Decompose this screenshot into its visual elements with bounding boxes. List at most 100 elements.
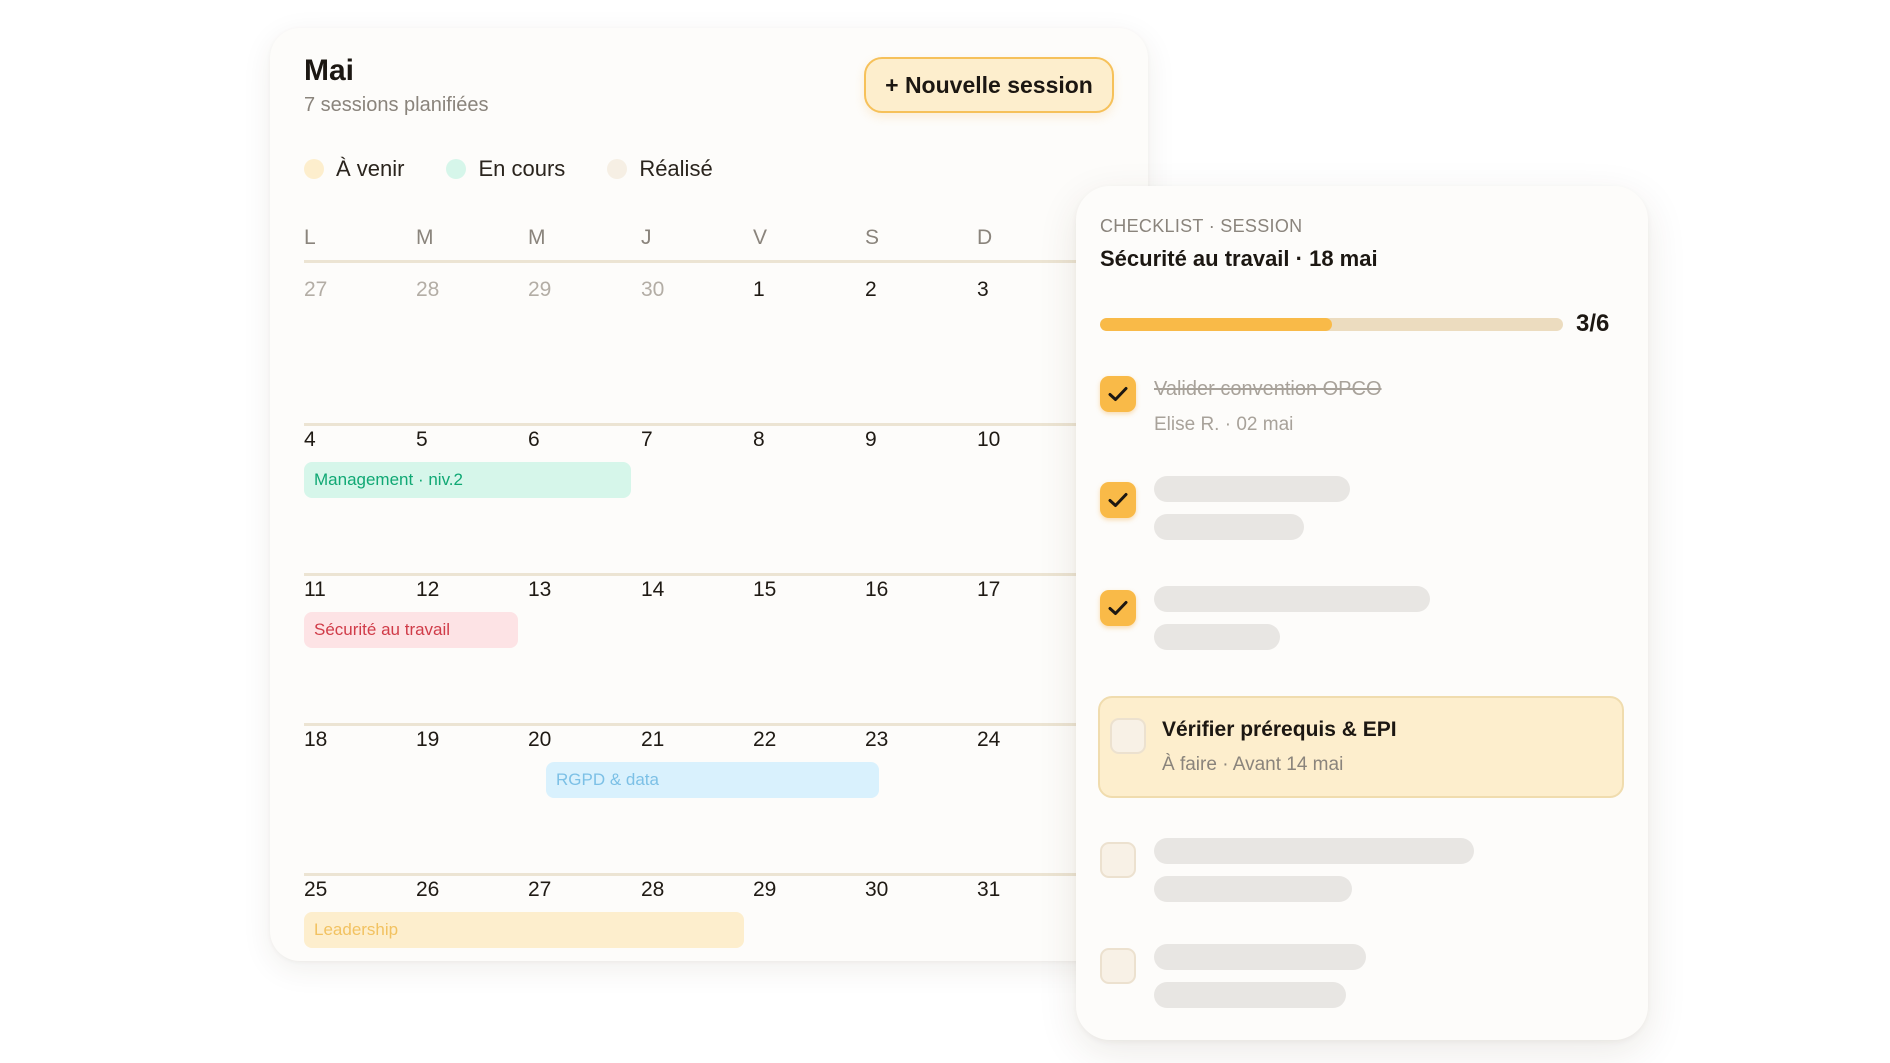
legend: À venir En cours Réalisé bbox=[304, 156, 755, 182]
checklist-item-placeholder bbox=[1100, 944, 1624, 1018]
weekday-monday: L bbox=[304, 226, 316, 249]
progress-fill bbox=[1100, 318, 1332, 331]
checkbox-checked[interactable] bbox=[1100, 376, 1136, 412]
progress-bar bbox=[1100, 318, 1563, 331]
checklist-item: Valider convention OPCO Elise R. · 02 ma… bbox=[1100, 376, 1624, 446]
calendar-day[interactable]: 14 bbox=[641, 578, 664, 602]
calendar-day[interactable]: 22 bbox=[753, 728, 776, 752]
calendar-day[interactable]: 7 bbox=[641, 428, 653, 452]
calendar-week-4: 18 19 20 21 22 23 24 RGPD & data bbox=[304, 728, 1148, 876]
legend-label: En cours bbox=[478, 156, 566, 181]
sessions-count: 7 sessions planifiées bbox=[304, 94, 489, 116]
calendar-day[interactable]: 29 bbox=[753, 878, 776, 902]
skeleton-line bbox=[1154, 944, 1366, 970]
calendar-day[interactable]: 11 bbox=[304, 578, 326, 602]
calendar-day[interactable]: 28 bbox=[416, 278, 439, 302]
checkmark-icon bbox=[1108, 601, 1128, 615]
month-title: Mai bbox=[304, 54, 355, 87]
checkbox-unchecked[interactable] bbox=[1110, 718, 1146, 754]
legend-item-ongoing: En cours bbox=[446, 156, 565, 182]
calendar-day[interactable]: 31 bbox=[977, 878, 1000, 902]
checkmark-icon bbox=[1108, 387, 1128, 401]
weekday-friday: V bbox=[753, 226, 768, 249]
calendar-day[interactable]: 2 bbox=[865, 278, 877, 302]
legend-item-done: Réalisé bbox=[607, 156, 713, 182]
calendar-day[interactable]: 13 bbox=[528, 578, 551, 602]
legend-dot-upcoming bbox=[304, 159, 324, 179]
calendar-day[interactable]: 21 bbox=[641, 728, 664, 752]
skeleton-line bbox=[1154, 624, 1280, 650]
checklist-item-placeholder bbox=[1100, 838, 1624, 912]
checklist-eyebrow: CHECKLIST · SESSION bbox=[1100, 216, 1303, 236]
item-title: Vérifier prérequis & EPI bbox=[1162, 718, 1397, 741]
checkbox-unchecked[interactable] bbox=[1100, 842, 1136, 878]
item-title: Valider convention OPCO bbox=[1154, 378, 1382, 400]
calendar-day[interactable]: 4 bbox=[304, 428, 316, 452]
skeleton-line bbox=[1154, 476, 1350, 502]
item-meta: Elise R. · 02 mai bbox=[1154, 414, 1294, 435]
checklist-item-placeholder bbox=[1100, 586, 1624, 660]
calendar-day[interactable]: 26 bbox=[416, 878, 439, 902]
calendar-day[interactable]: 12 bbox=[416, 578, 439, 602]
calendar-day[interactable]: 8 bbox=[753, 428, 765, 452]
calendar-day[interactable]: 1 bbox=[753, 278, 765, 302]
calendar-week-1: 27 28 29 30 1 2 3 bbox=[304, 278, 1148, 426]
session-event-management[interactable]: Management · niv.2 bbox=[304, 462, 631, 498]
calendar-week-3: 11 12 13 14 15 16 17 Sécurité au travail bbox=[304, 578, 1148, 726]
divider bbox=[304, 873, 1148, 876]
skeleton-line bbox=[1154, 876, 1352, 902]
weekday-wednesday: M bbox=[528, 226, 546, 249]
calendar-card: Mai 7 sessions planifiées + Nouvelle ses… bbox=[270, 28, 1148, 961]
calendar-day[interactable]: 30 bbox=[865, 878, 888, 902]
calendar-day[interactable]: 19 bbox=[416, 728, 439, 752]
weekday-saturday: S bbox=[865, 226, 880, 249]
weekday-thursday: J bbox=[641, 226, 652, 249]
new-session-button[interactable]: + Nouvelle session bbox=[864, 57, 1114, 113]
calendar-day[interactable]: 25 bbox=[304, 878, 327, 902]
calendar-day[interactable]: 10 bbox=[977, 428, 1000, 452]
calendar-day[interactable]: 27 bbox=[304, 278, 327, 302]
calendar-day[interactable]: 23 bbox=[865, 728, 888, 752]
weekday-sunday: D bbox=[977, 226, 993, 249]
checkbox-checked[interactable] bbox=[1100, 590, 1136, 626]
progress-count: 3/6 bbox=[1576, 310, 1610, 337]
legend-label: Réalisé bbox=[639, 156, 713, 181]
session-event-rgpd[interactable]: RGPD & data bbox=[546, 762, 879, 798]
checkbox-unchecked[interactable] bbox=[1100, 948, 1136, 984]
checkbox-checked[interactable] bbox=[1100, 482, 1136, 518]
calendar-day[interactable]: 15 bbox=[753, 578, 776, 602]
divider bbox=[304, 573, 1148, 576]
calendar-day[interactable]: 5 bbox=[416, 428, 428, 452]
calendar-day[interactable]: 28 bbox=[641, 878, 664, 902]
legend-item-upcoming: À venir bbox=[304, 156, 404, 182]
calendar-day[interactable]: 3 bbox=[977, 278, 989, 302]
skeleton-line bbox=[1154, 838, 1474, 864]
calendar-day[interactable]: 24 bbox=[977, 728, 1000, 752]
calendar-day[interactable]: 6 bbox=[528, 428, 540, 452]
skeleton-line bbox=[1154, 982, 1346, 1008]
skeleton-line bbox=[1154, 586, 1430, 612]
divider bbox=[304, 260, 1148, 263]
calendar-day[interactable]: 30 bbox=[641, 278, 664, 302]
legend-label: À venir bbox=[336, 156, 405, 181]
checklist-title: Sécurité au travail · 18 mai bbox=[1100, 246, 1378, 271]
divider bbox=[304, 423, 1148, 426]
calendar-day[interactable]: 18 bbox=[304, 728, 327, 752]
checkmark-icon bbox=[1108, 493, 1128, 507]
calendar-day[interactable]: 9 bbox=[865, 428, 877, 452]
divider bbox=[304, 723, 1148, 726]
calendar-day[interactable]: 17 bbox=[977, 578, 1000, 602]
calendar-week-5: 25 26 27 28 29 30 31 Leadership bbox=[304, 878, 1148, 958]
calendar-day[interactable]: 20 bbox=[528, 728, 551, 752]
calendar-day[interactable]: 16 bbox=[865, 578, 888, 602]
calendar-week-2: 4 5 6 7 8 9 10 Management · niv.2 bbox=[304, 428, 1148, 576]
session-event-securite[interactable]: Sécurité au travail bbox=[304, 612, 518, 648]
calendar-day[interactable]: 29 bbox=[528, 278, 551, 302]
checklist-item-active[interactable]: Vérifier prérequis & EPI À faire · Avant… bbox=[1098, 696, 1624, 798]
legend-dot-ongoing bbox=[446, 159, 467, 179]
checklist-card: CHECKLIST · SESSION Sécurité au travail … bbox=[1076, 186, 1648, 1040]
calendar-day[interactable]: 27 bbox=[528, 878, 551, 902]
legend-dot-done bbox=[607, 159, 628, 179]
skeleton-line bbox=[1154, 514, 1304, 540]
session-event-leadership[interactable]: Leadership bbox=[304, 912, 744, 948]
